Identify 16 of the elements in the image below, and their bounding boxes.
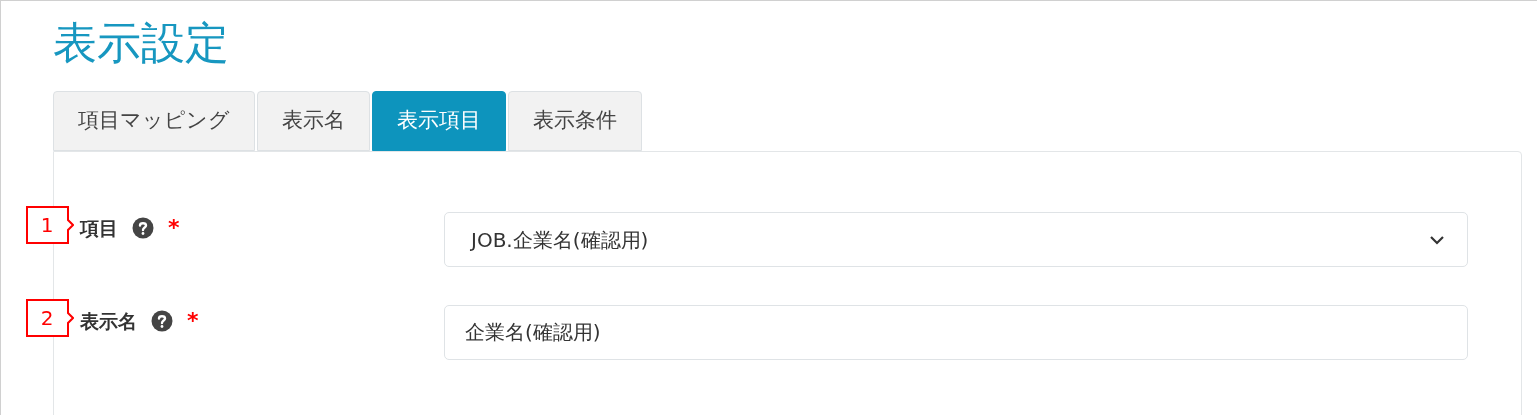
tab[interactable]: 表示項目 [372,91,506,151]
callout-marker: 1 [26,206,74,244]
page-title: 表示設定 [53,17,229,69]
tab[interactable]: 表示名 [257,91,370,151]
field-label: 項目 [80,216,118,241]
help-icon [132,217,154,240]
tab[interactable]: 表示条件 [508,91,642,151]
help-icon [151,310,173,333]
required-mark: * [168,217,180,240]
callout-marker: 2 [26,299,74,337]
item-select[interactable]: JOB.企業名(確認用) [444,212,1468,267]
required-mark: * [187,310,199,333]
field-label: 表示名 [80,309,137,334]
chevron-down-icon [1429,234,1445,245]
tab[interactable]: 項目マッピング [53,91,255,151]
display-name-field[interactable]: 企業名(確認用) [444,305,1468,360]
